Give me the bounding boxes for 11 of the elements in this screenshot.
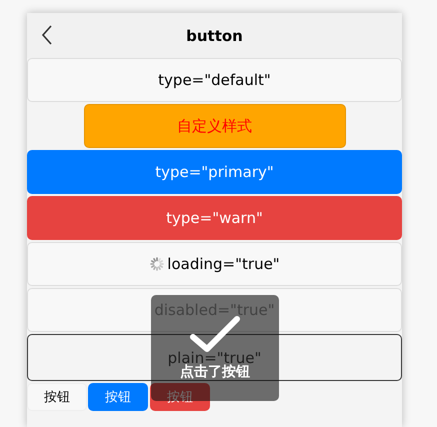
loading-spinner-icon — [149, 256, 166, 272]
toast-message: 点击了按钮 — [180, 364, 250, 381]
back-icon[interactable] — [41, 25, 53, 45]
page-title: button — [186, 26, 243, 44]
button[interactable]: loading="true" — [27, 242, 402, 286]
button[interactable]: type="primary" — [27, 150, 402, 194]
button[interactable]: type="warn" — [27, 196, 402, 240]
button[interactable]: type="default" — [27, 58, 402, 102]
mini-button[interactable]: 按钮 — [88, 383, 148, 411]
mini-button[interactable]: 按钮 — [27, 383, 87, 411]
button[interactable]: 自定义样式 — [84, 104, 346, 148]
